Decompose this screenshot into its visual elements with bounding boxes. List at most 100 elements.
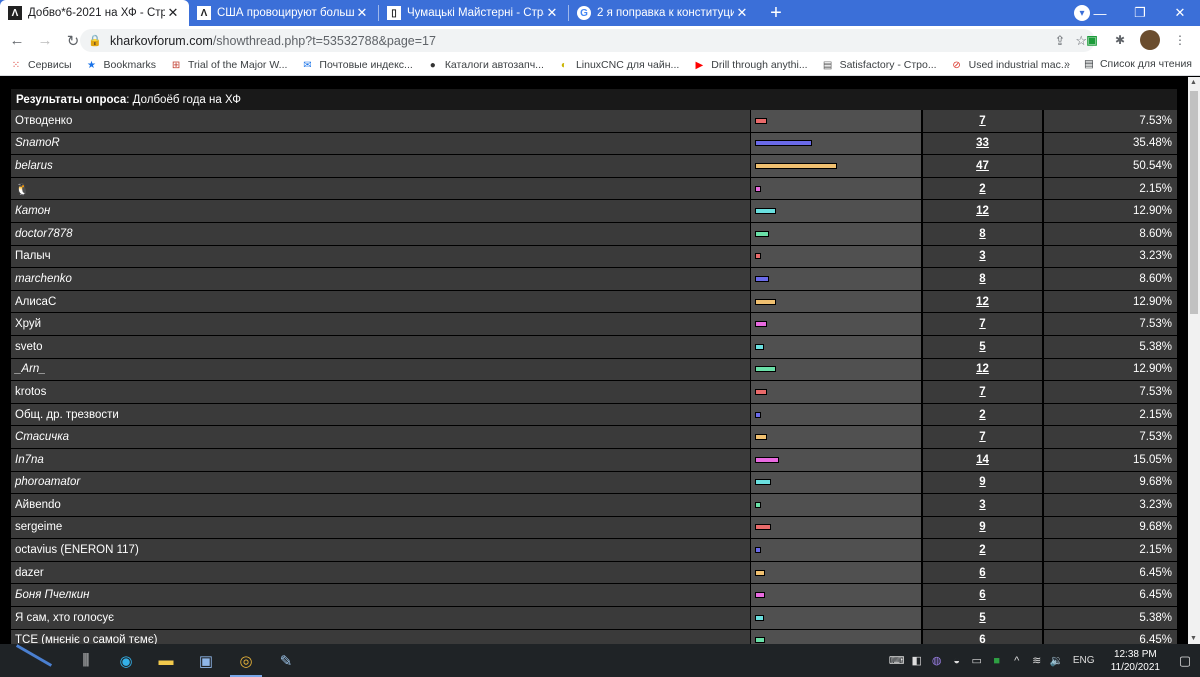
network-tray-icon[interactable]: ◧ [908,654,926,667]
bookmark-item[interactable]: ⊞ Trial of the Major W... [170,59,288,71]
steam-icon[interactable]: ◒ [948,655,966,667]
volume-icon[interactable]: 🔉 [1048,654,1066,667]
poll-votes-link[interactable]: 5 [923,335,1042,358]
reading-list-label[interactable]: Список для чтения [1100,58,1192,70]
edge-icon[interactable]: ◉ [106,644,146,677]
keyboard-icon[interactable]: ⌨ [888,654,906,667]
poll-votes-link[interactable]: 6 [923,629,1042,644]
monitor-icon[interactable]: ▭ [968,654,986,667]
mail-icon: ✉ [303,59,312,71]
poll-votes-link[interactable]: 9 [923,516,1042,539]
poll-bar-cell [751,155,921,177]
scroll-up-icon[interactable]: ▲ [1190,79,1197,86]
poll-votes-link[interactable]: 2 [923,177,1042,200]
url-host: kharkovforum.com [110,33,213,48]
bookmark-item[interactable]: ▤ Satisfactory - Стро... [822,59,937,71]
wifi-icon[interactable]: ≋ [1028,654,1046,667]
apps-grid-icon: ⁙ [11,59,21,71]
bookmark-label: Почтовые индекс... [319,59,413,71]
file-explorer-icon[interactable]: ▬ [146,644,186,677]
poll-votes-link[interactable]: 12 [923,358,1042,381]
poll-votes-link[interactable]: 8 [923,268,1042,290]
new-tab-button[interactable]: + [762,0,790,26]
poll-votes-link[interactable]: 33 [923,132,1042,155]
poll-votes-link[interactable]: 7 [923,381,1042,403]
minimize-icon[interactable]: — [1080,0,1120,26]
forward-arrow-icon[interactable]: → [32,28,58,54]
poll-bar [755,117,767,124]
clock[interactable]: 12:38 PM 11/20/2021 [1111,648,1160,674]
browser-tab-3[interactable]: G 2 я поправка к конституции сш ✕ [569,0,758,26]
bookmark-item[interactable]: ⁙ Сервисы [10,59,72,71]
share-icon[interactable]: ⇪ [1054,33,1065,49]
browser-tab-0[interactable]: Λ Добво*6-2021 на ХФ - Страниц ✕ [0,0,189,26]
bookmark-item[interactable]: ▶ Drill through anythi... [693,59,807,71]
poll-votes-link[interactable]: 7 [923,313,1042,335]
poll-votes-link[interactable]: 6 [923,584,1042,607]
poll-votes-link[interactable]: 7 [923,110,1042,132]
back-arrow-icon[interactable]: ← [4,28,30,54]
poll-votes-link[interactable]: 3 [923,494,1042,516]
clock-date: 11/20/2021 [1110,661,1160,673]
poll-option-name: Катон [11,200,750,222]
close-icon[interactable]: ✕ [354,5,370,21]
puzzle-icon[interactable]: ✱ [1112,32,1128,48]
close-icon[interactable]: ✕ [544,5,560,21]
poll-votes-link[interactable]: 47 [923,155,1042,177]
poll-row: Хруй 7 7.53% [11,313,1177,336]
close-icon[interactable]: ✕ [165,5,181,21]
bookmark-label: Bookmarks [103,59,157,71]
viber-icon[interactable]: ◍ [928,654,946,667]
poll-votes-link[interactable]: 5 [923,607,1042,629]
poll-votes-link[interactable]: 3 [923,245,1042,268]
poll-percentage: 12.90% [1044,290,1177,313]
menu-dots-icon[interactable]: ⋮ [1172,32,1188,48]
poll-row: octavius (ENERON 117) 2 2.15% [11,539,1177,562]
poll-row: krotos 7 7.53% [11,381,1177,404]
extension-icon[interactable]: ▣ [1084,32,1100,48]
poll-row: dazer 6 6.45% [11,561,1177,585]
poll-votes-link[interactable]: 2 [923,403,1042,426]
page-scrollbar[interactable]: ▲ ▼ [1188,77,1200,644]
scrollbar-thumb[interactable] [1190,91,1198,314]
bookmarks-overflow-chevron[interactable]: » [1064,58,1070,70]
bookmark-item[interactable]: ★ Bookmarks [86,59,157,71]
address-bar[interactable]: 🔒 kharkovforum.com/showthread.php?t=5353… [80,29,1095,52]
bookmark-label: Trial of the Major W... [188,59,288,71]
notification-icon[interactable]: ▢ [1170,653,1200,669]
chrome-icon[interactable]: ◎ [226,644,266,677]
poll-votes-link[interactable]: 12 [923,290,1042,313]
poll-votes-link[interactable]: 12 [923,200,1042,222]
app-tray-icon[interactable]: ■ [988,655,1006,667]
poll-row: Боня Пчелкин 6 6.45% [11,584,1177,608]
bookmark-item[interactable]: ● Каталоги автозапч... [427,59,544,71]
close-icon[interactable]: ✕ [734,5,750,21]
poll-votes-link[interactable]: 7 [923,426,1042,448]
paint-icon[interactable]: ✎ [266,644,306,677]
poll-percentage: 9.68% [1044,516,1177,539]
poll-votes-link[interactable]: 2 [923,539,1042,561]
restore-icon[interactable]: ❐ [1120,0,1160,26]
task-view-icon[interactable]: ⫼ [66,644,106,677]
language-indicator[interactable]: ENG [1068,655,1100,666]
reading-list-icon[interactable]: ▤ [1084,58,1094,70]
bookmark-item[interactable]: ✉ Почтовые индекс... [301,59,413,71]
poll-votes-link[interactable]: 6 [923,561,1042,584]
avatar[interactable] [1140,30,1160,50]
bookmark-item[interactable]: ◐ LinuxCNC для чайн... [558,59,679,71]
scroll-down-icon[interactable]: ▼ [1190,635,1197,642]
bookmark-item[interactable]: ⊘ Used industrial mac... [951,59,1069,71]
poll-row: Палыч 3 3.23% [11,245,1177,269]
window-close-icon[interactable]: ✕ [1160,0,1200,26]
poll-votes-link[interactable]: 14 [923,448,1042,471]
image-viewer-icon[interactable]: ▣ [186,644,226,677]
start-button[interactable] [0,644,66,677]
browser-tab-2[interactable]: ▯ Чумацькі Майстерні - Страниц ✕ [379,0,568,26]
poll-bar [755,388,767,395]
poll-votes-link[interactable]: 8 [923,222,1042,245]
poll-votes-link[interactable]: 9 [923,471,1042,494]
chevron-up-icon[interactable]: ^ [1008,655,1026,667]
browser-tab-1[interactable]: Λ США провоцируют большую в ✕ [189,0,378,26]
lock-icon[interactable]: 🔒 [88,34,102,47]
poll-percentage: 35.48% [1044,132,1177,155]
